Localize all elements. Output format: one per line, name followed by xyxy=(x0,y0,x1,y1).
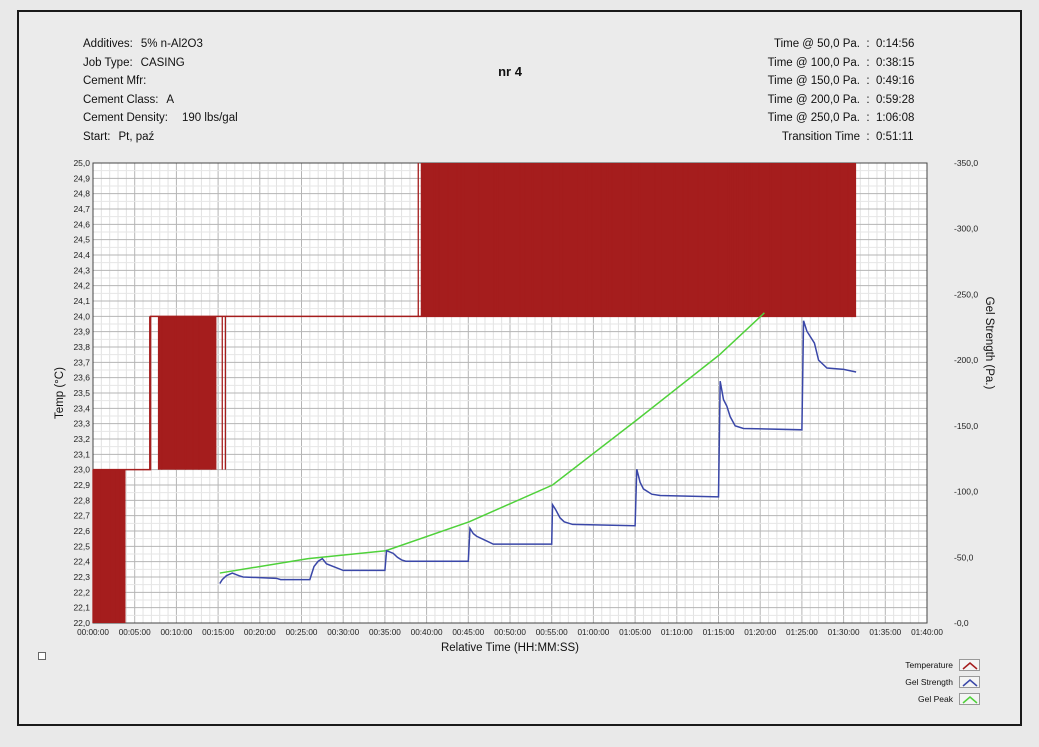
y-left-tick-label: 23,7 xyxy=(73,357,90,367)
y-left-tick-label: 24,4 xyxy=(73,250,90,260)
legend-item-temperature[interactable]: Temperature xyxy=(885,656,980,673)
y-left-tick-label: 23,1 xyxy=(73,449,90,459)
chart-legend: Temperature Gel Strength Gel Peak xyxy=(885,656,980,707)
temperature-oscillation-block xyxy=(420,163,857,317)
y-left-tick-label: 23,2 xyxy=(73,434,90,444)
legend-item-gel-peak[interactable]: Gel Peak xyxy=(885,690,980,707)
x-tick-label: 01:05:00 xyxy=(619,628,651,637)
temperature-oscillation-block xyxy=(158,316,217,470)
legend-item-gel-strength[interactable]: Gel Strength xyxy=(885,673,980,690)
y-right-tick-label: -150,0 xyxy=(954,421,978,431)
x-tick-label: 00:20:00 xyxy=(244,628,276,637)
y-left-tick-label: 22,2 xyxy=(73,587,90,597)
y-left-tick-label: 23,6 xyxy=(73,373,90,383)
y-left-tick-label: 22,4 xyxy=(73,557,90,567)
x-tick-label: 00:35:00 xyxy=(369,628,401,637)
y-right-tick-label: -350,0 xyxy=(954,158,978,168)
x-tick-label: 01:10:00 xyxy=(661,628,693,637)
y-right-tick-label: -100,0 xyxy=(954,487,978,497)
y-left-tick-label: 23,3 xyxy=(73,419,90,429)
y-right-tick-label: -250,0 xyxy=(954,289,978,299)
x-axis-label: Relative Time (HH:MM:SS) xyxy=(441,642,579,654)
y-left-tick-label: 23,0 xyxy=(73,465,90,475)
y-left-tick-label: 22,9 xyxy=(73,480,90,490)
y-left-tick-label: 24,5 xyxy=(73,235,90,245)
y-left-tick-label: 24,3 xyxy=(73,265,90,275)
y-left-tick-label: 22,5 xyxy=(73,541,90,551)
y-left-tick-label: 22,3 xyxy=(73,572,90,582)
y-right-tick-label: -50,0 xyxy=(954,552,974,562)
y-right-tick-label: -0,0 xyxy=(954,618,969,628)
y-left-tick-label: 23,5 xyxy=(73,388,90,398)
legend-swatch xyxy=(959,658,980,671)
x-tick-label: 01:25:00 xyxy=(786,628,818,637)
x-tick-label: 00:10:00 xyxy=(160,628,192,637)
y-left-tick-label: 24,2 xyxy=(73,281,90,291)
x-tick-label: 01:40:00 xyxy=(911,628,943,637)
y-left-tick-label: 24,9 xyxy=(73,173,90,183)
y-left-tick-label: 22,1 xyxy=(73,603,90,613)
y-left-tick-label: 24,1 xyxy=(73,296,90,306)
x-tick-label: 00:05:00 xyxy=(119,628,151,637)
gel-strength-chart: 22,0 22,1 22,2 22,3 22,4 22,5 22,6 22,7 22,8 22,9… xyxy=(54,158,995,654)
y-left-tick-label: 22,8 xyxy=(73,495,90,505)
x-tick-label: 00:50:00 xyxy=(494,628,526,637)
y-left-tick-label: 22,0 xyxy=(73,618,90,628)
y-left-tick-label: 25,0 xyxy=(73,158,90,168)
y-left-tick-label: 24,6 xyxy=(73,219,90,229)
x-tick-label: 00:25:00 xyxy=(286,628,318,637)
y-left-tick-label: 22,6 xyxy=(73,526,90,536)
y-left-tick-label: 24,8 xyxy=(73,189,90,199)
legend-label: Temperature xyxy=(905,659,953,670)
y-right-tick-label: -300,0 xyxy=(954,224,978,234)
y-left-tick-label: 23,4 xyxy=(73,403,90,413)
legend-swatch xyxy=(959,692,980,705)
x-tick-label: 01:15:00 xyxy=(703,628,735,637)
x-tick-label: 00:45:00 xyxy=(452,628,484,637)
y-left-axis-label: Temp (°C) xyxy=(54,367,66,419)
y-left-tick-label: 23,9 xyxy=(73,327,90,337)
x-tick-label: 01:30:00 xyxy=(828,628,860,637)
x-tick-label: 00:40:00 xyxy=(411,628,443,637)
y-left-tick-label: 23,8 xyxy=(73,342,90,352)
x-tick-label: 00:30:00 xyxy=(327,628,359,637)
x-tick-label: 01:35:00 xyxy=(869,628,901,637)
y-right-axis-label: Gel Strength (Pa.) xyxy=(983,297,995,390)
x-tick-label: 00:55:00 xyxy=(536,628,568,637)
checkbox[interactable] xyxy=(38,652,46,660)
x-tick-label: 01:00:00 xyxy=(577,628,609,637)
legend-swatch xyxy=(959,675,980,688)
y-right-tick-label: -200,0 xyxy=(954,355,978,365)
y-left-tick-label: 24,7 xyxy=(73,204,90,214)
legend-label: Gel Peak xyxy=(918,693,953,704)
x-tick-label: 00:00:00 xyxy=(77,628,109,637)
y-left-tick-label: 22,7 xyxy=(73,511,90,521)
y-left-tick-label: 24,0 xyxy=(73,311,90,321)
x-tick-label: 01:20:00 xyxy=(744,628,776,637)
legend-label: Gel Strength xyxy=(905,676,953,687)
x-tick-label: 00:15:00 xyxy=(202,628,234,637)
